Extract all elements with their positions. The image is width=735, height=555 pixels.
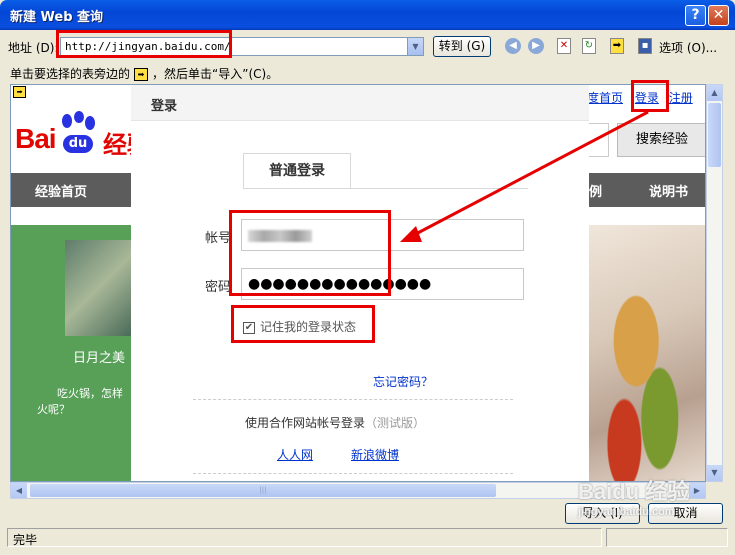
back-icon[interactable]: ◀ [505, 38, 521, 54]
featured-panel[interactable]: 日月之美 吃火锅，怎样 火呢？ [11, 225, 131, 481]
divider-2 [193, 473, 513, 474]
watermark-text: Baidu 经验 [578, 479, 690, 504]
hint-after: ，然后单击“导入”(C)。 [152, 67, 279, 81]
renren-link[interactable]: 人人网 [277, 446, 313, 463]
address-highlight [56, 30, 232, 58]
address-dropdown-icon[interactable]: ▼ [407, 37, 424, 56]
select-table-arrow-icon[interactable]: ➡ [13, 86, 26, 98]
table-arrow-icon: ➡ [134, 68, 149, 81]
partner-login-text: 使用合作网站帐号登录（测试版） [245, 414, 425, 431]
partner-beta: （测试版） [365, 416, 426, 430]
register-link[interactable]: 注册 [669, 91, 693, 105]
go-button[interactable]: 转到 (G) [433, 36, 491, 57]
credentials-highlight [229, 210, 391, 296]
refresh-icon[interactable]: ↻ [582, 38, 596, 54]
login-title: 登录 [151, 99, 178, 114]
instruction-text: 单击要选择的表旁边的 ➡ ，然后单击“导入”(C)。 [10, 65, 278, 82]
remember-highlight [231, 305, 375, 343]
status-bar-zone [606, 528, 728, 547]
login-header: 登录 [131, 85, 589, 121]
hint-before: 单击要选择的表旁边的 [10, 67, 131, 81]
baidu-logo-text: Bai [15, 123, 57, 154]
watermark-url: jingyan.baidu.com [578, 506, 675, 518]
help-button[interactable]: ? [685, 5, 706, 26]
nav-item-example[interactable]: 例 [589, 181, 602, 200]
username-label: 帐号 [205, 231, 232, 246]
stop-icon[interactable]: ✕ [557, 38, 571, 54]
partner-label: 使用合作网站帐号登录 [245, 416, 366, 430]
featured-photo [65, 240, 131, 336]
show-icons-icon[interactable]: ➡ [610, 38, 624, 54]
featured-text-2: 火呢？ [37, 403, 70, 416]
tab-divider [243, 188, 528, 189]
nav-item-manual[interactable]: 说明书 [649, 181, 688, 200]
search-button[interactable]: 搜索经验 [617, 123, 705, 157]
tab-normal-login[interactable]: 普通登录 [243, 153, 351, 189]
login-link-highlight [631, 80, 669, 112]
horizontal-scroll-thumb[interactable]: ||| [30, 484, 496, 497]
address-label: 地址 (D): [8, 41, 59, 55]
window-title: 新建 Web 查询 [10, 10, 104, 25]
hotpot-photo [589, 225, 705, 481]
status-bar: 完毕 [7, 528, 602, 547]
password-label: 密码 [205, 280, 232, 295]
close-button[interactable]: ✕ [708, 5, 729, 26]
title-bar: 新建 Web 查询 ? ✕ [0, 0, 735, 30]
nav-item-home[interactable]: 经验首页 [35, 181, 87, 200]
baidu-du-logo: du [63, 135, 93, 153]
featured-text: 吃火锅，怎样 [57, 387, 123, 400]
scroll-left-icon[interactable]: ◀ [11, 483, 27, 498]
weibo-link[interactable]: 新浪微博 [351, 446, 399, 463]
featured-title: 日月之美 [73, 351, 126, 366]
baidu-jingyan-watermark: Baidu 经验 jingyan.baidu.com [578, 474, 728, 524]
home-link[interactable]: 度首页 [587, 91, 623, 105]
forward-icon[interactable]: ▶ [528, 38, 544, 54]
forgot-password-link[interactable]: 忘记密码？ [373, 373, 433, 390]
divider [193, 399, 513, 400]
vertical-scroll-thumb[interactable] [708, 103, 721, 167]
vertical-scrollbar[interactable]: ▲ ▼ [706, 84, 723, 482]
options-button[interactable]: 选项 (O)... [659, 39, 717, 56]
save-query-icon[interactable]: ▪ [638, 38, 652, 54]
scroll-up-icon[interactable]: ▲ [707, 85, 722, 101]
